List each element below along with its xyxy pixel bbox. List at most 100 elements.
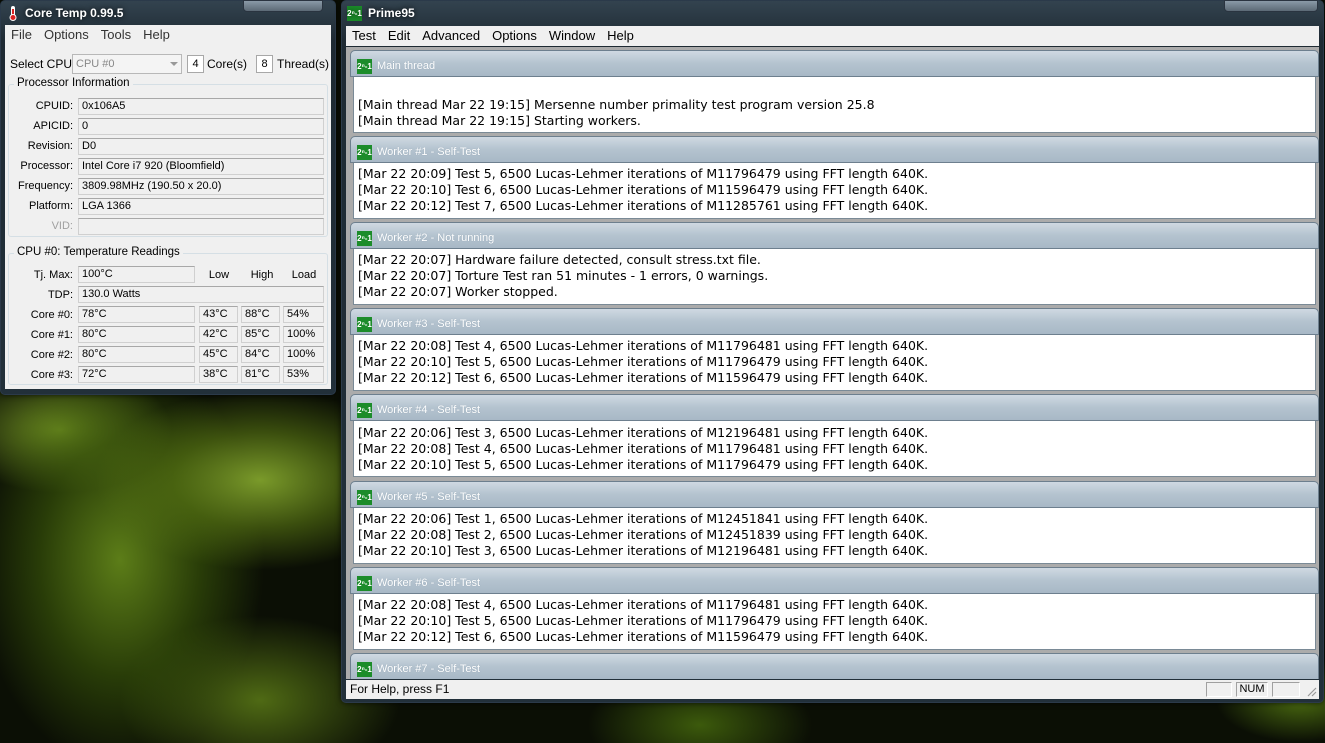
revision-value: D0 [78, 138, 324, 155]
menu-help[interactable]: Help [607, 26, 634, 46]
info-label: VID: [51, 220, 73, 232]
cores-count: 4 [187, 55, 204, 73]
core-high: 81°C [241, 366, 280, 383]
tjmax-label: Tj. Max: [33, 269, 73, 281]
core-load: 53% [283, 366, 324, 383]
menu-advanced[interactable]: Advanced [422, 26, 480, 46]
main-thread-window[interactable]: 2ⁿ-1 Main thread [Main thread Mar 22 19:… [350, 50, 1319, 135]
log-output[interactable]: [Mar 22 20:09] Test 5, 6500 Lucas-Lehmer… [353, 163, 1316, 219]
log-line: [Mar 22 20:12] Test 6, 6500 Lucas-Lehmer… [358, 370, 929, 385]
log-line: [Mar 22 20:08] Test 2, 6500 Lucas-Lehmer… [358, 527, 929, 542]
core-temp: 78°C [78, 306, 195, 323]
cpuid-value: 0x106A5 [78, 98, 324, 115]
log-line: [Mar 22 20:12] Test 7, 6500 Lucas-Lehmer… [358, 198, 929, 213]
child-titlebar[interactable]: 2ⁿ-1 Worker #7 - Self-Test [350, 653, 1319, 679]
info-label: Revision: [27, 140, 73, 152]
log-output[interactable]: [Mar 22 20:06] Test 1, 6500 Lucas-Lehmer… [353, 508, 1316, 564]
log-line: [Mar 22 20:07] Worker stopped. [358, 284, 558, 299]
info-label: APICID: [33, 120, 73, 132]
worker-2-window[interactable]: 2ⁿ-1 Worker #2 - Not running [Mar 22 20:… [350, 222, 1319, 307]
child-titlebar[interactable]: 2ⁿ-1 Worker #5 - Self-Test [350, 481, 1319, 508]
status-text: For Help, press F1 [350, 682, 450, 696]
child-titlebar[interactable]: 2ⁿ-1 Worker #3 - Self-Test [350, 308, 1319, 335]
core-low: 38°C [199, 366, 238, 383]
info-label: CPUID: [35, 100, 73, 112]
child-titlebar[interactable]: 2ⁿ-1 Worker #2 - Not running [350, 222, 1319, 249]
core-low: 43°C [199, 306, 238, 323]
menu-tools[interactable]: Tools [101, 25, 131, 45]
coretemp-menubar: File Options Tools Help [5, 25, 331, 45]
log-line: [Mar 22 20:08] Test 4, 6500 Lucas-Lehmer… [358, 338, 929, 353]
core-high: 88°C [241, 306, 280, 323]
log-line: [Main thread Mar 22 19:15] Starting work… [358, 113, 641, 128]
core-high: 85°C [241, 326, 280, 343]
log-line: [Mar 22 20:07] Hardware failure detected… [358, 252, 761, 267]
menu-options[interactable]: Options [492, 26, 537, 46]
log-output[interactable]: [Mar 22 20:08] Test 4, 6500 Lucas-Lehmer… [353, 594, 1316, 650]
menu-options[interactable]: Options [44, 25, 89, 45]
core-temp: 72°C [78, 366, 195, 383]
menu-test[interactable]: Test [352, 26, 376, 46]
child-titlebar[interactable]: 2ⁿ-1 Main thread [350, 50, 1319, 77]
status-bar: For Help, press F1 NUM [346, 680, 1319, 699]
menu-file[interactable]: File [11, 25, 32, 45]
tdp-value: 130.0 Watts [78, 286, 324, 303]
worker-6-window[interactable]: 2ⁿ-1 Worker #6 - Self-Test [Mar 22 20:08… [350, 567, 1319, 652]
cpu-select-dropdown[interactable]: CPU #0 [72, 54, 182, 74]
core-temp: 80°C [78, 326, 195, 343]
frequency-value: 3809.98MHz (190.50 x 20.0) [78, 178, 324, 195]
core-load: 100% [283, 326, 324, 343]
coretemp-window[interactable]: Core Temp 0.99.5 File Options Tools Help Se… [0, 0, 336, 395]
menu-help[interactable]: Help [143, 25, 170, 45]
prime95-icon: 2ⁿ-1 [357, 576, 372, 591]
core-label: Core #3: [30, 369, 73, 381]
prime95-window[interactable]: 2ⁿ-1 Prime95 Test Edit Advanced Options Wind… [341, 0, 1324, 703]
apicid-value: 0 [78, 118, 324, 135]
prime95-icon: 2ⁿ-1 [357, 231, 372, 246]
log-line: [Mar 22 20:10] Test 3, 6500 Lucas-Lehmer… [358, 543, 929, 558]
core-low: 45°C [199, 346, 238, 363]
log-output[interactable]: [Mar 22 20:08] Test 4, 6500 Lucas-Lehmer… [353, 335, 1316, 391]
prime95-icon: 2ⁿ-1 [357, 662, 372, 677]
processor-value: Intel Core i7 920 (Bloomfield) [78, 158, 324, 175]
worker-7-window[interactable]: 2ⁿ-1 Worker #7 - Self-Test [350, 653, 1319, 679]
window-title: Prime95 [368, 6, 415, 20]
cores-label: Core(s) [207, 57, 248, 71]
child-titlebar[interactable]: 2ⁿ-1 Worker #1 - Self-Test [350, 136, 1319, 163]
child-titlebar[interactable]: 2ⁿ-1 Worker #4 - Self-Test [350, 394, 1319, 421]
core-label: Core #0: [30, 309, 73, 321]
log-line: [Mar 22 20:07] Torture Test ran 51 minut… [358, 268, 769, 283]
worker-4-window[interactable]: 2ⁿ-1 Worker #4 - Self-Test [Mar 22 20:06… [350, 394, 1319, 479]
log-output[interactable]: [Main thread Mar 22 19:15] Mersenne numb… [353, 77, 1316, 133]
info-label: Frequency: [17, 180, 73, 192]
core-label: Core #1: [30, 329, 73, 341]
log-line: [Mar 22 20:08] Test 4, 6500 Lucas-Lehmer… [358, 597, 929, 612]
log-line: [Mar 22 20:10] Test 5, 6500 Lucas-Lehmer… [358, 457, 929, 472]
platform-value: LGA 1366 [78, 198, 324, 215]
core-high: 84°C [241, 346, 280, 363]
col-high-header: High [250, 269, 274, 281]
col-low-header: Low [208, 269, 230, 281]
menu-edit[interactable]: Edit [388, 26, 410, 46]
menu-window[interactable]: Window [549, 26, 595, 46]
threads-label: Thread(s) [277, 57, 330, 71]
vid-value [78, 218, 324, 235]
log-line: [Main thread Mar 22 19:15] Mersenne numb… [358, 97, 875, 112]
worker-3-window[interactable]: 2ⁿ-1 Worker #3 - Self-Test [Mar 22 20:08… [350, 308, 1319, 393]
log-line: [Mar 22 20:08] Test 4, 6500 Lucas-Lehmer… [358, 441, 929, 456]
prime95-icon: 2ⁿ-1 [357, 403, 372, 418]
coretemp-client: File Options Tools Help Select CPU: CPU #0 … [5, 25, 331, 389]
worker-5-window[interactable]: 2ⁿ-1 Worker #5 - Self-Test [Mar 22 20:06… [350, 481, 1319, 566]
worker-1-window[interactable]: 2ⁿ-1 Worker #1 - Self-Test [Mar 22 20:09… [350, 136, 1319, 221]
prime95-icon: 2ⁿ-1 [357, 490, 372, 505]
coretemp-titlebar[interactable]: Core Temp 0.99.5 [1, 1, 335, 25]
resize-grip-icon[interactable] [1305, 685, 1317, 697]
log-line: [Mar 22 20:06] Test 1, 6500 Lucas-Lehmer… [358, 511, 929, 526]
status-panel-caps [1206, 682, 1232, 697]
log-output[interactable]: [Mar 22 20:06] Test 3, 6500 Lucas-Lehmer… [353, 421, 1316, 477]
prime95-menubar: Test Edit Advanced Options Window Help [346, 26, 1319, 46]
core-temp: 80°C [78, 346, 195, 363]
child-titlebar[interactable]: 2ⁿ-1 Worker #6 - Self-Test [350, 567, 1319, 594]
log-output[interactable]: [Mar 22 20:07] Hardware failure detected… [353, 249, 1316, 305]
prime95-titlebar[interactable]: 2ⁿ-1 Prime95 [342, 1, 1323, 25]
